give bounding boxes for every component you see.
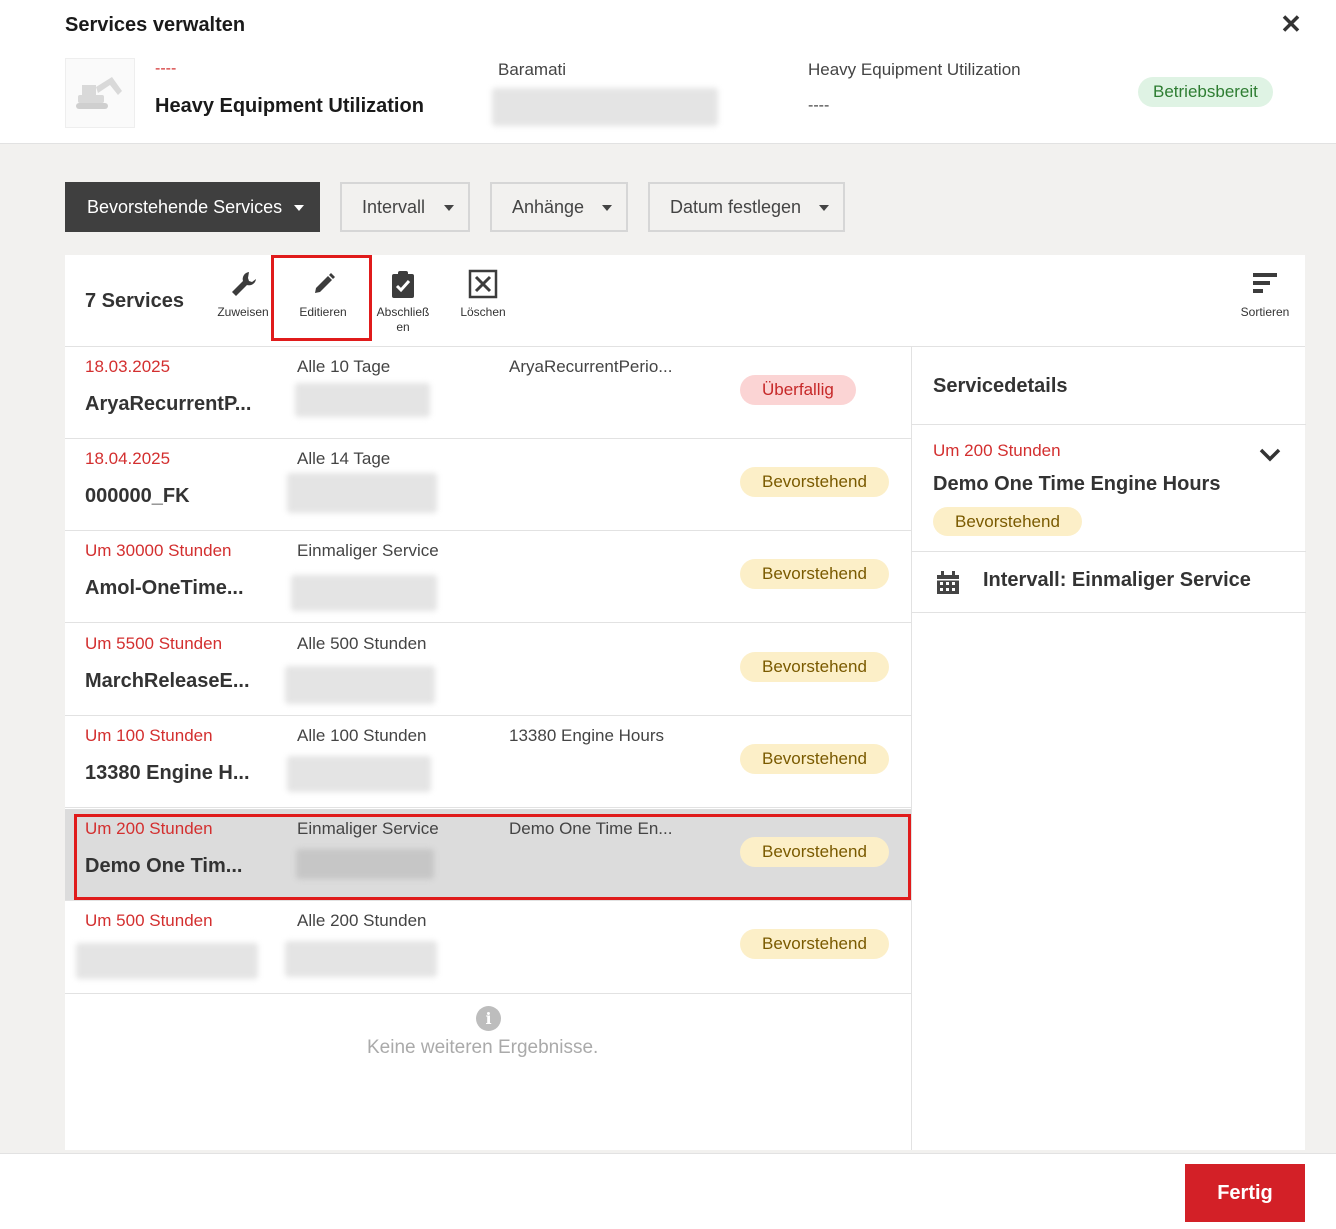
view-dropdown[interactable]: Bevorstehende Services <box>65 182 320 232</box>
close-icon[interactable]: ✕ <box>1278 10 1304 38</box>
details-header: Servicedetails <box>912 347 1306 425</box>
delete-button[interactable]: Löschen <box>448 269 518 319</box>
details-due: Um 200 Stunden <box>933 441 1061 460</box>
status-badge: Bevorstehend <box>740 744 889 774</box>
service-due: Um 5500 Stunden <box>85 634 223 653</box>
service-due: Um 100 Stunden <box>85 726 213 745</box>
service-interval: Alle 200 Stunden <box>297 911 427 930</box>
info-icon: i <box>476 1006 501 1031</box>
service-name: 13380 Engine H... <box>85 762 250 784</box>
status-badge: Überfallig <box>740 375 856 405</box>
services-toolbar: 7 Services Zuweisen Editieren Abschließ … <box>65 255 1305 347</box>
service-row[interactable]: 18.04.2025 000000_FK Alle 14 Tage Bevors… <box>65 439 911 531</box>
caret-down-icon <box>294 205 304 211</box>
asset-type-value: ---- <box>808 97 830 114</box>
calendar-icon <box>935 570 961 601</box>
date-dropdown-label: Datum festlegen <box>670 196 802 217</box>
no-more-results: Keine weiteren Ergebnisse. <box>367 1037 599 1058</box>
sort-button[interactable]: Sortieren <box>1230 269 1300 319</box>
services-count: 7 Services <box>85 290 184 312</box>
attachments-dropdown-label: Anhänge <box>512 196 585 217</box>
dialog-header: Services verwalten ✕ ---- Heavy Equipmen… <box>0 0 1336 144</box>
service-due: 18.03.2025 <box>85 357 171 376</box>
service-due: 18.04.2025 <box>85 449 171 468</box>
service-name: 000000_FK <box>85 485 190 507</box>
status-badge: Bevorstehend <box>740 467 889 497</box>
view-dropdown-label: Bevorstehende Services <box>87 196 283 217</box>
caret-down-icon <box>602 205 612 211</box>
asset-type-label: Heavy Equipment Utilization <box>808 60 1021 79</box>
chevron-down-icon[interactable] <box>1258 447 1282 468</box>
selected-row-highlight <box>74 814 911 900</box>
done-button[interactable]: Fertig <box>1185 1164 1305 1222</box>
redacted-value <box>295 383 430 417</box>
service-due: Um 500 Stunden <box>85 911 213 930</box>
excavator-icon <box>76 77 122 109</box>
asset-id: ---- <box>155 60 177 77</box>
service-name: MarchReleaseE... <box>85 670 250 692</box>
caret-down-icon <box>444 205 454 211</box>
redacted-value <box>492 88 718 126</box>
assign-label: Zuweisen <box>217 305 269 319</box>
caret-down-icon <box>819 205 829 211</box>
service-row[interactable]: Um 100 Stunden 13380 Engine H... Alle 10… <box>65 716 911 808</box>
redacted-value <box>287 756 431 792</box>
redacted-value <box>291 575 437 611</box>
service-details-panel: Servicedetails Um 200 Stunden Demo One T… <box>911 347 1306 1150</box>
service-interval: Alle 500 Stunden <box>297 634 427 653</box>
details-title: Servicedetails <box>933 375 1068 397</box>
redacted-value <box>285 666 435 704</box>
redacted-value <box>285 941 437 977</box>
delete-label: Löschen <box>460 305 506 319</box>
sort-label: Sortieren <box>1240 305 1290 319</box>
details-interval-text: Intervall: Einmaliger Service <box>983 569 1251 591</box>
status-badge: Bevorstehend <box>740 652 889 682</box>
complete-button[interactable]: Abschließ en <box>368 269 438 335</box>
redacted-value <box>287 473 437 513</box>
complete-label: Abschließ en <box>376 305 430 334</box>
redacted-value <box>76 943 258 979</box>
service-name: AryaRecurrentP... <box>85 393 252 415</box>
service-interval: Alle 100 Stunden <box>297 726 427 745</box>
clipboard-check-icon <box>392 271 414 298</box>
service-row[interactable]: Um 5500 Stunden MarchReleaseE... Alle 50… <box>65 624 911 716</box>
interval-dropdown[interactable]: Intervall <box>340 182 470 232</box>
wrench-icon <box>232 272 256 296</box>
asset-location: Baramati <box>498 60 567 79</box>
assign-button[interactable]: Zuweisen <box>208 269 278 319</box>
details-name: Demo One Time Engine Hours <box>933 473 1221 495</box>
date-dropdown[interactable]: Datum festlegen <box>648 182 845 232</box>
service-interval: Alle 10 Tage <box>297 357 391 376</box>
details-status-badge: Bevorstehend <box>933 507 1082 536</box>
service-name: Amol-OneTime... <box>85 577 244 599</box>
service-interval: Einmaliger Service <box>297 541 439 560</box>
service-row[interactable]: Um 500 Stunden Alle 200 Stunden Bevorste… <box>65 901 911 994</box>
interval-dropdown-label: Intervall <box>362 196 426 217</box>
service-due: Um 30000 Stunden <box>85 541 232 560</box>
service-row[interactable]: Um 30000 Stunden Amol-OneTime... Einmali… <box>65 531 911 623</box>
sort-icon <box>1253 273 1277 293</box>
asset-status-badge: Betriebsbereit <box>1138 77 1273 107</box>
delete-box-icon <box>468 269 498 299</box>
asset-name: Heavy Equipment Utilization <box>155 95 424 117</box>
edit-highlight <box>271 255 372 341</box>
attachments-dropdown[interactable]: Anhänge <box>490 182 628 232</box>
dialog-title: Services verwalten <box>65 14 246 36</box>
details-card: Um 200 Stunden Demo One Time Engine Hour… <box>912 425 1306 552</box>
details-interval: Intervall: Einmaliger Service <box>912 552 1306 613</box>
service-row[interactable]: 18.03.2025 AryaRecurrentP... Alle 10 Tag… <box>65 347 911 439</box>
service-interval: Alle 14 Tage <box>297 449 391 468</box>
status-badge: Bevorstehend <box>740 559 889 589</box>
service-description: 13380 Engine Hours <box>509 726 665 745</box>
dialog-footer: Fertig <box>0 1153 1336 1229</box>
service-description: AryaRecurrentPerio... <box>509 357 673 376</box>
status-badge: Bevorstehend <box>740 929 889 959</box>
asset-thumbnail <box>65 58 135 128</box>
